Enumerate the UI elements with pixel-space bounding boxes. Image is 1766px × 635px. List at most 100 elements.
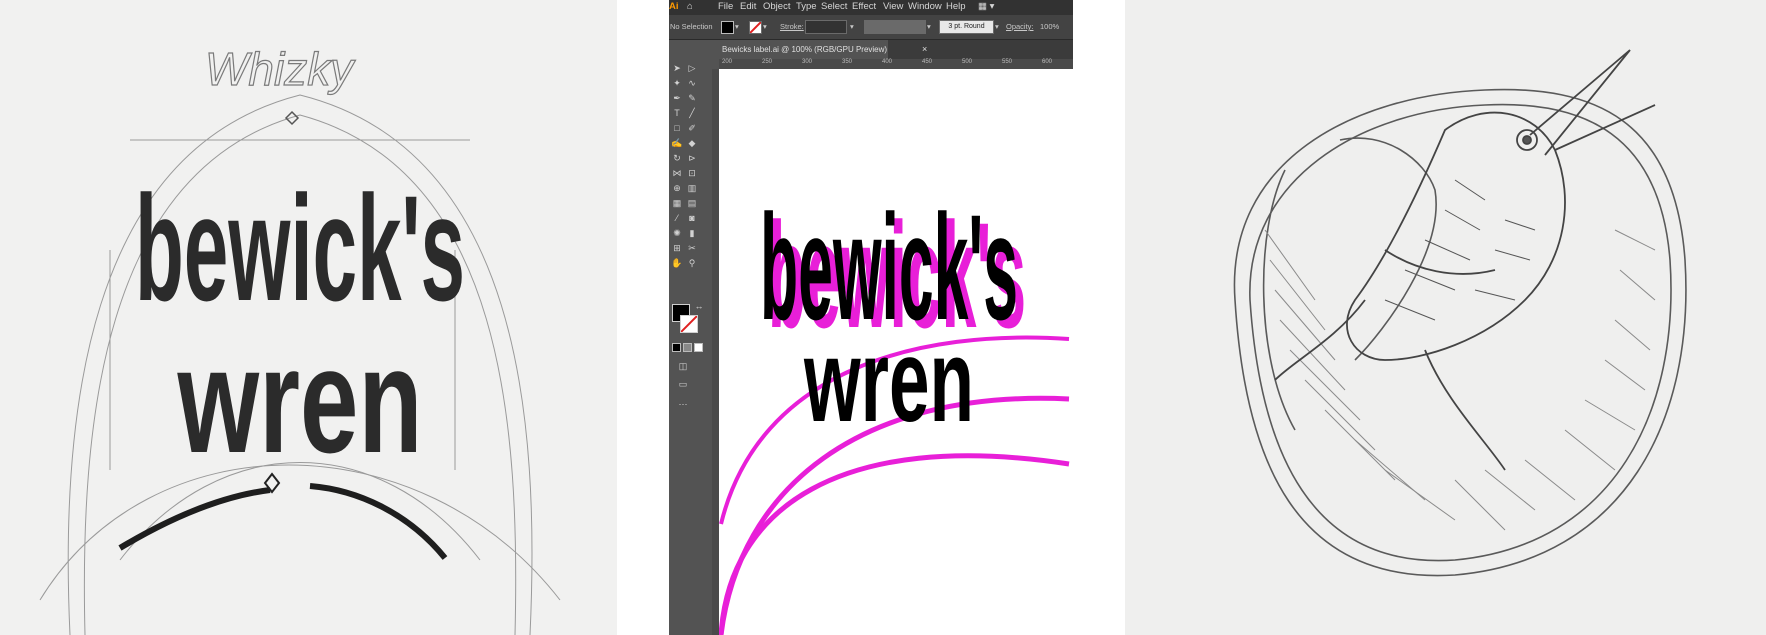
illustrator-window: Ai ⌂ File Edit Object Type Select Effect… [669, 0, 1073, 635]
menu-window[interactable]: Window [908, 1, 942, 12]
document-tab[interactable]: Bewicks label.ai @ 100% (RGB/GPU Preview… [714, 40, 888, 59]
tools-panel: ➤ ▷ ✦ ∿ ✒ ✎ T ╱ □ ✐ ✍ ◆ ↻ ⊳ ⋈ ⊡ ⊕ ▥ ▦ ▤ … [669, 59, 712, 635]
gradient-tool-icon[interactable]: ▤ [686, 198, 698, 208]
nest-hatching [1264, 229, 1656, 531]
menu-object[interactable]: Object [763, 1, 790, 12]
menu-bar: Ai ⌂ File Edit Object Type Select Effect… [669, 0, 1073, 15]
wren-pupil [1522, 135, 1532, 145]
perspective-grid-tool-icon[interactable]: ▥ [686, 183, 698, 193]
mesh-tool-icon[interactable]: ▦ [671, 198, 683, 208]
stroke-weight-field[interactable] [805, 20, 847, 34]
guide-arc-inner [719, 453, 1070, 635]
slice-tool-icon[interactable]: ✂ [686, 243, 698, 253]
fill-color-swatch[interactable] [721, 21, 734, 34]
hand-tool-icon[interactable]: ✋ [671, 258, 683, 268]
lasso-tool-icon[interactable]: ∿ [686, 78, 698, 88]
width-tool-icon[interactable]: ⋈ [671, 168, 683, 178]
ruler-tick-label: 550 [1002, 59, 1013, 65]
vertical-ruler [712, 69, 719, 635]
stroke-swatch-icon[interactable] [680, 315, 698, 333]
nest-outer-rim [1233, 88, 1687, 577]
reflect-tool-icon[interactable]: ⊳ [686, 153, 698, 163]
pen-tool-icon[interactable]: ✒ [671, 93, 683, 103]
brush-definition-dropdown[interactable]: 3 pt. Round [939, 20, 994, 34]
ruler-tick-label: 450 [922, 59, 933, 65]
ruler-tick-label: 500 [962, 59, 973, 65]
selection-status-label: No Selection [670, 22, 713, 31]
shaper-tool-icon[interactable]: ✍ [671, 138, 683, 148]
menu-select[interactable]: Select [821, 1, 847, 12]
wren-in-nest-drawing [1233, 49, 1687, 577]
nest-inner-rim [1249, 103, 1672, 562]
eyedropper-tool-icon[interactable]: ⁄ [671, 213, 683, 223]
bewicks-wren-artwork: bewick's bewick's wren [719, 183, 1070, 635]
lettering-sketch-panel: Whizky bewick's wren [0, 0, 617, 635]
stroke-weight-dropdown-icon[interactable]: ▾ [850, 22, 854, 31]
sketch-script-word: Whizky [205, 43, 356, 95]
free-transform-tool-icon[interactable]: ⊡ [686, 168, 698, 178]
swap-fill-stroke-icon[interactable]: ↔ [693, 301, 705, 311]
gradient-mode-icon[interactable] [683, 343, 692, 352]
none-mode-icon[interactable] [694, 343, 703, 352]
stroke-dropdown-icon[interactable]: ▾ [763, 22, 767, 31]
gutter-left [617, 0, 669, 635]
workspace-switcher-icon[interactable]: ▦ ▾ [978, 1, 994, 12]
document-tab-bar: Bewicks label.ai @ 100% (RGB/GPU Preview… [714, 40, 1073, 59]
menu-effect[interactable]: Effect [852, 1, 876, 12]
menu-help[interactable]: Help [946, 1, 966, 12]
sketch-line1-bewicks: bewick's [135, 164, 465, 332]
artboard-canvas[interactable]: bewick's bewick's wren [719, 69, 1073, 635]
line-tool-icon[interactable]: ╱ [686, 108, 698, 118]
home-icon[interactable]: ⌂ [687, 1, 693, 12]
menu-type[interactable]: Type [796, 1, 817, 12]
wren-feather-shading [1384, 179, 1536, 321]
ruler-tick-label: 400 [882, 59, 893, 65]
curvature-tool-icon[interactable]: ✎ [686, 93, 698, 103]
menu-file[interactable]: File [718, 1, 733, 12]
opacity-label[interactable]: Opacity: [1006, 22, 1034, 31]
brush-dropdown-icon[interactable]: ▾ [995, 22, 999, 31]
selection-tool-icon[interactable]: ➤ [671, 63, 683, 73]
bird-sketch-panel [1125, 0, 1766, 635]
stroke-color-swatch[interactable] [749, 21, 762, 34]
rotate-tool-icon[interactable]: ↻ [671, 153, 683, 163]
eraser-tool-icon[interactable]: ◆ [686, 138, 698, 148]
artwork-line2-wren: wren [803, 315, 974, 447]
ruler-tick-label: 200 [722, 59, 733, 65]
symbol-sprayer-tool-icon[interactable]: ✺ [671, 228, 683, 238]
rectangle-tool-icon[interactable]: □ [671, 123, 683, 133]
ruler-tick-label: 600 [1042, 59, 1053, 65]
shape-builder-tool-icon[interactable]: ⊕ [671, 183, 683, 193]
control-bar: No Selection ▾ ▾ Stroke: ▾ ▾ 3 pt. Round… [669, 15, 1073, 40]
sketch-right-swash [309, 483, 448, 560]
type-tool-icon[interactable]: T [671, 108, 683, 118]
fill-dropdown-icon[interactable]: ▾ [735, 22, 739, 31]
opacity-value[interactable]: 100% [1040, 22, 1059, 31]
blend-tool-icon[interactable]: ◙ [686, 213, 698, 223]
screen-mode-icon[interactable]: ▭ [677, 379, 689, 389]
stroke-none-slash-icon [681, 316, 697, 332]
ruler-tick-label: 250 [762, 59, 773, 65]
ai-app-icon[interactable]: Ai [669, 1, 679, 12]
stroke-label[interactable]: Stroke: [780, 22, 804, 31]
color-mode-icon[interactable] [672, 343, 681, 352]
gutter-right [1073, 0, 1125, 635]
draw-mode-icon[interactable]: ◫ [677, 361, 689, 371]
ruler-tick-label: 300 [802, 59, 813, 65]
none-slash-icon [749, 21, 762, 34]
zoom-tool-icon[interactable]: ⚲ [686, 258, 698, 268]
sketch-line2-wren: wren [177, 316, 423, 484]
direct-selection-tool-icon[interactable]: ▷ [686, 63, 698, 73]
more-tools-icon[interactable]: ⋯ [677, 399, 689, 409]
profile-dropdown-icon[interactable]: ▾ [927, 22, 931, 31]
paintbrush-tool-icon[interactable]: ✐ [686, 123, 698, 133]
magic-wand-tool-icon[interactable]: ✦ [671, 78, 683, 88]
variable-width-profile[interactable] [864, 20, 926, 34]
menu-edit[interactable]: Edit [740, 1, 756, 12]
column-graph-tool-icon[interactable]: ▮ [686, 228, 698, 238]
close-tab-icon[interactable]: × [922, 40, 927, 59]
menu-view[interactable]: View [883, 1, 903, 12]
lettering-sketch-drawing: Whizky bewick's wren [39, 42, 561, 635]
ruler-tick-label: 350 [842, 59, 853, 65]
artboard-tool-icon[interactable]: ⊞ [671, 243, 683, 253]
